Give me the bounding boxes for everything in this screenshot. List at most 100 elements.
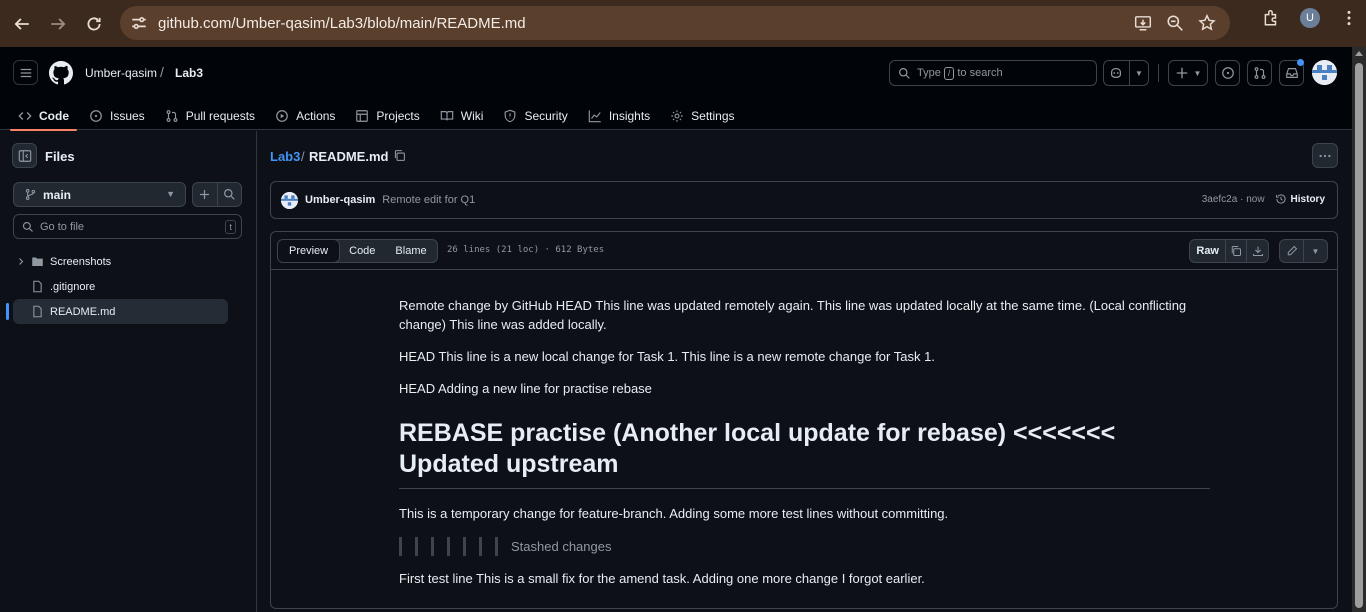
tree-item-label: Screenshots [50,255,112,268]
breadcrumb-repo-link[interactable]: Lab3 [270,149,300,164]
tab-security-label: Security [524,109,568,123]
back-button[interactable] [6,8,38,40]
tab-actions[interactable]: Actions [265,102,345,130]
go-to-file-input[interactable]: Go to file t [13,214,242,239]
arrow-right-icon [51,17,66,30]
tab-insights[interactable]: Insights [578,102,660,130]
kebab-menu-icon[interactable] [1340,9,1358,27]
search-files-button[interactable] [218,183,242,206]
pull-request-icon [1254,67,1265,79]
edit-actions: ▼ [1279,239,1328,263]
page-scrollbar[interactable] [1352,47,1366,612]
commit-author-avatar[interactable] [281,191,298,209]
profile-avatar[interactable]: U [1300,8,1320,28]
pencil-icon [1287,245,1297,256]
tab-wiki[interactable]: Wiki [430,102,494,130]
zoom-icon[interactable] [1166,14,1184,32]
create-new-button[interactable]: ▼ [1168,60,1208,86]
forward-button[interactable] [42,8,74,40]
code-tab[interactable]: Code [339,240,385,262]
hamburger-icon [20,68,31,77]
tab-issues[interactable]: Issues [79,102,155,130]
branch-selector[interactable]: main ▼ [13,182,186,207]
tab-pull-requests[interactable]: Pull requests [155,102,265,130]
add-file-button[interactable] [193,183,218,206]
file-actions: Raw [1189,239,1269,263]
search-input[interactable]: Type / to search [889,60,1097,86]
file-header: Preview Code Blame 26 lines (21 loc) · 6… [271,232,1337,270]
readme-paragraph: Remote change by GitHub HEAD This line w… [399,298,1187,332]
scroll-up-arrow-icon[interactable] [1355,51,1363,56]
chevron-down-icon: ▼ [1135,68,1143,78]
identicon-icon [1312,60,1337,85]
search-icon [22,221,33,232]
header-divider [1158,64,1159,82]
file-tree: Screenshots .gitignore README.md [6,249,228,324]
plus-icon [1176,67,1187,79]
blame-tab[interactable]: Blame [385,240,436,262]
edit-dropdown-button[interactable]: ▼ [1304,240,1327,262]
pull-requests-button[interactable] [1247,60,1272,86]
history-label: History [1290,193,1325,205]
repo-link[interactable]: Lab3 [175,66,203,80]
go-to-file-shortcut: t [225,220,236,234]
tab-insights-label: Insights [608,109,651,123]
tab-code[interactable]: Code [8,102,79,131]
install-app-icon[interactable] [1134,14,1152,32]
tree-item-readme[interactable]: README.md [6,299,228,324]
commit-author[interactable]: Umber-qasim [305,194,375,206]
file-tree-sidebar: Files main ▼ Go to file t Screenshots .g… [0,131,257,612]
global-nav-button[interactable] [13,60,38,85]
chevron-right-icon[interactable] [15,255,27,268]
tab-code-label: Code [39,109,69,123]
file-viewer: Preview Code Blame 26 lines (21 loc) · 6… [270,231,1338,609]
notification-dot [1297,59,1304,66]
tab-projects[interactable]: Projects [345,102,429,130]
copy-path-icon[interactable] [393,149,406,162]
tab-projects-label: Projects [376,109,420,123]
sidebar-collapse-icon [18,149,31,162]
reload-button[interactable] [78,8,110,40]
copilot-button[interactable]: ▼ [1103,60,1149,86]
bookmark-star-icon[interactable] [1198,14,1216,32]
more-options-button[interactable] [1312,143,1338,168]
user-avatar[interactable] [1312,60,1337,85]
site-settings-icon[interactable] [130,14,148,32]
search-icon [899,67,910,79]
breadcrumb-separator: / [160,64,164,80]
chevron-down-icon: ▼ [1193,68,1202,78]
inbox-icon [1285,68,1298,78]
address-bar[interactable]: github.com/Umber-qasim/Lab3/blob/main/RE… [120,6,1230,40]
owner-link[interactable]: Umber-qasim [85,66,157,80]
tab-pull-requests-label: Pull requests [185,109,256,123]
issues-button[interactable] [1215,60,1240,86]
edit-button[interactable] [1280,240,1304,262]
scrollbar-thumb[interactable] [1355,63,1363,608]
tree-item-label: README.md [50,305,116,318]
tree-item-screenshots[interactable]: Screenshots [13,249,228,274]
chevron-down-icon: ▼ [166,189,175,199]
plus-icon [200,190,210,199]
git-branch-icon [25,189,36,200]
github-logo-icon[interactable] [49,61,73,85]
file-icon [33,280,42,293]
history-button[interactable]: History [1275,193,1325,205]
tab-settings[interactable]: Settings [660,102,744,130]
url-text[interactable]: github.com/Umber-qasim/Lab3/blob/main/RE… [158,15,526,32]
raw-button[interactable]: Raw [1190,240,1226,262]
collapse-sidebar-button[interactable] [12,143,37,168]
download-button[interactable] [1247,240,1268,262]
breadcrumb-file: README.md [309,149,389,164]
search-shortcut-key: / [943,66,955,80]
tree-item-gitignore[interactable]: .gitignore [13,274,228,299]
extensions-icon[interactable] [1262,9,1280,27]
preview-tab[interactable]: Preview [277,240,341,262]
commit-sha-time[interactable]: 3aefc2a · now [1202,194,1265,205]
tab-security[interactable]: Security [493,102,577,130]
tab-settings-label: Settings [691,109,735,123]
pull-request-icon [166,110,178,122]
copy-raw-button[interactable] [1226,240,1247,262]
tab-actions-label: Actions [296,109,336,123]
commit-message[interactable]: Remote edit for Q1 [382,194,475,206]
gear-icon [671,110,683,122]
